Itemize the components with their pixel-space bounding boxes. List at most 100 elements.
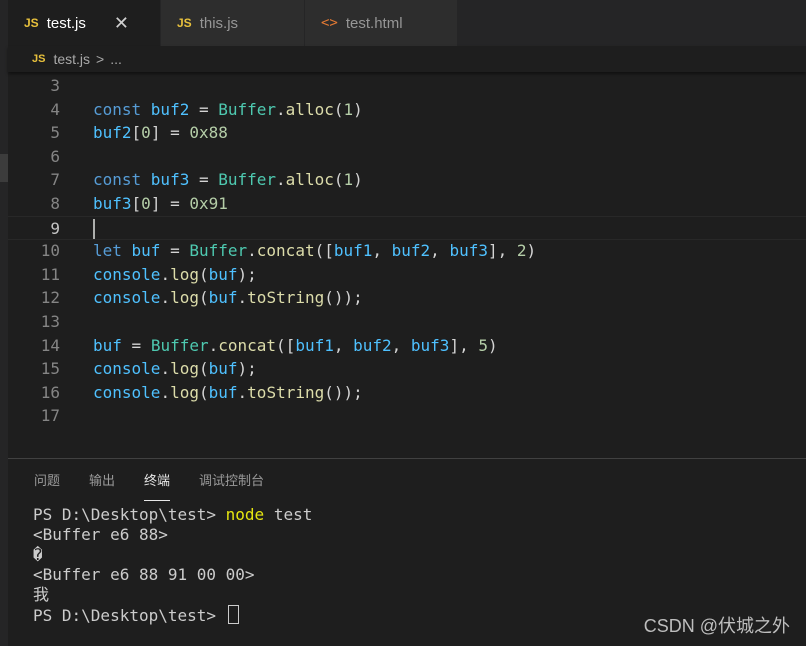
code-token: console xyxy=(93,382,161,402)
code-line[interactable]: 8 buf3[0] = 0x91 xyxy=(8,192,806,216)
line-number: 14 xyxy=(40,335,60,355)
terminal-line: <Buffer e6 88 91 00 00> xyxy=(33,565,255,584)
code-token: buf2 xyxy=(353,335,392,355)
code-token: buf xyxy=(208,288,238,308)
code-token: buf3 xyxy=(150,170,190,190)
code-line[interactable]: 4 const buf2 = Buffer.alloc(1) xyxy=(8,98,806,122)
code-token: . xyxy=(160,264,171,284)
code-token: const xyxy=(93,170,151,190)
code-line[interactable]: 6 xyxy=(8,145,806,169)
code-token: [ xyxy=(131,194,142,213)
tab-this-js[interactable]: JS this.js xyxy=(161,0,305,46)
code-line[interactable]: 5 buf2[0] = 0x88 xyxy=(8,121,806,145)
code-token: log xyxy=(170,288,199,308)
code-text: console.log(buf); xyxy=(93,357,257,381)
tab-terminal[interactable]: 终端 xyxy=(144,459,171,501)
code-token: alloc xyxy=(285,170,334,190)
code-token: concat xyxy=(256,241,315,261)
code-token: buf xyxy=(208,382,238,402)
code-token: ) xyxy=(353,170,363,190)
tab-problems[interactable]: 问题 xyxy=(34,459,60,501)
line-number: 16 xyxy=(40,382,60,402)
code-token: = xyxy=(189,99,219,119)
code-line[interactable]: 17 xyxy=(8,404,806,428)
code-line[interactable]: 10 let buf = Buffer.concat([buf1, buf2, b… xyxy=(8,239,806,263)
code-token: 0 xyxy=(141,194,151,213)
panel-tabs: 问题 输出 终端 调试控制台 xyxy=(8,459,293,501)
line-number: 11 xyxy=(40,264,60,284)
code-token: buf1 xyxy=(333,241,373,261)
code-token: buf xyxy=(208,359,238,379)
code-token: 0x91 xyxy=(189,194,228,213)
code-line[interactable]: 9 xyxy=(8,215,806,240)
code-editor[interactable]: 3 4 const buf2 = Buffer.alloc(1) 5 buf2[0] =… xyxy=(8,72,806,458)
code-token: concat xyxy=(218,335,277,355)
code-token: 1 xyxy=(343,99,354,119)
breadcrumb-more[interactable]: ... xyxy=(110,51,122,67)
code-token: ) xyxy=(353,99,363,119)
code-text: console.log(buf.toString()); xyxy=(93,286,363,310)
code-token: = xyxy=(121,335,151,355)
code-token: ( xyxy=(198,288,209,308)
code-line[interactable]: 16 console.log(buf.toString()); xyxy=(8,381,806,405)
close-icon[interactable]: ✕ xyxy=(114,13,129,34)
code-token: toString xyxy=(247,288,325,308)
code-token: ], xyxy=(487,241,517,261)
code-line[interactable]: 14 buf = Buffer.concat([buf1, buf2, buf3]… xyxy=(8,334,806,358)
terminal-command: node xyxy=(225,505,265,524)
line-number: 7 xyxy=(50,170,60,190)
tab-debug-console[interactable]: 调试控制台 xyxy=(199,459,264,501)
code-token: log xyxy=(170,264,199,284)
code-token: Buffer xyxy=(189,241,248,261)
code-text: console.log(buf.toString()); xyxy=(93,381,363,405)
code-token: buf xyxy=(93,335,122,355)
code-line[interactable]: 11 console.log(buf); xyxy=(8,263,806,287)
terminal-line: <Buffer e6 88> xyxy=(33,525,168,544)
terminal-command-arg: test xyxy=(264,505,313,524)
code-token: ()); xyxy=(324,288,363,308)
terminal-output[interactable]: PS D:\Desktop\test> node test <Buffer e6 … xyxy=(33,505,312,626)
code-token: alloc xyxy=(285,99,334,119)
code-token: ([ xyxy=(276,335,296,355)
code-token: buf xyxy=(131,241,161,261)
code-token: 1 xyxy=(343,170,354,190)
code-text: let buf = Buffer.concat([buf1, buf2, buf… xyxy=(93,239,536,263)
terminal-line: � xyxy=(33,545,43,564)
editor-tab-bar: JS test.js ✕ JS this.js <> test.html xyxy=(8,0,806,46)
code-line[interactable]: 15 console.log(buf); xyxy=(8,357,806,381)
code-token: , xyxy=(430,241,450,261)
code-text: const buf3 = Buffer.alloc(1) xyxy=(93,168,363,192)
code-token: buf3 xyxy=(410,335,450,355)
terminal-line: 我 xyxy=(33,585,50,604)
code-token: , xyxy=(372,241,392,261)
code-token: Buffer xyxy=(218,99,277,119)
code-line[interactable]: 7 const buf3 = Buffer.alloc(1) xyxy=(8,168,806,192)
code-line[interactable]: 3 xyxy=(8,74,806,98)
javascript-file-icon: JS xyxy=(24,16,39,30)
code-token: 5 xyxy=(478,335,488,355)
code-token: ( xyxy=(198,359,209,379)
line-number: 5 xyxy=(50,123,60,143)
terminal-line: PS D:\Desktop\test> xyxy=(33,605,312,626)
tab-test-html[interactable]: <> test.html xyxy=(305,0,458,46)
code-text: buf = Buffer.concat([buf1, buf2, buf3], … xyxy=(93,334,498,358)
code-token: ) xyxy=(526,241,537,261)
code-line[interactable]: 13 xyxy=(8,310,806,334)
tab-label: test.html xyxy=(345,14,403,32)
code-line[interactable]: 12 console.log(buf.toString()); xyxy=(8,286,806,310)
line-number: 9 xyxy=(50,218,60,238)
breadcrumb-file[interactable]: test.js xyxy=(53,51,90,67)
watermark: CSDN @伏城之外 xyxy=(643,616,790,636)
code-token: log xyxy=(170,382,199,402)
code-token: . xyxy=(237,288,248,308)
line-number: 6 xyxy=(50,146,60,166)
code-token: . xyxy=(160,359,171,379)
code-token: Buffer xyxy=(150,335,209,355)
code-token: . xyxy=(160,382,171,402)
tab-output[interactable]: 输出 xyxy=(89,459,115,501)
chevron-right-icon: > xyxy=(96,51,105,67)
terminal-cursor xyxy=(227,605,239,624)
javascript-file-icon: JS xyxy=(32,53,46,65)
code-token: . xyxy=(237,382,248,402)
tab-test-js[interactable]: JS test.js ✕ xyxy=(8,0,161,46)
